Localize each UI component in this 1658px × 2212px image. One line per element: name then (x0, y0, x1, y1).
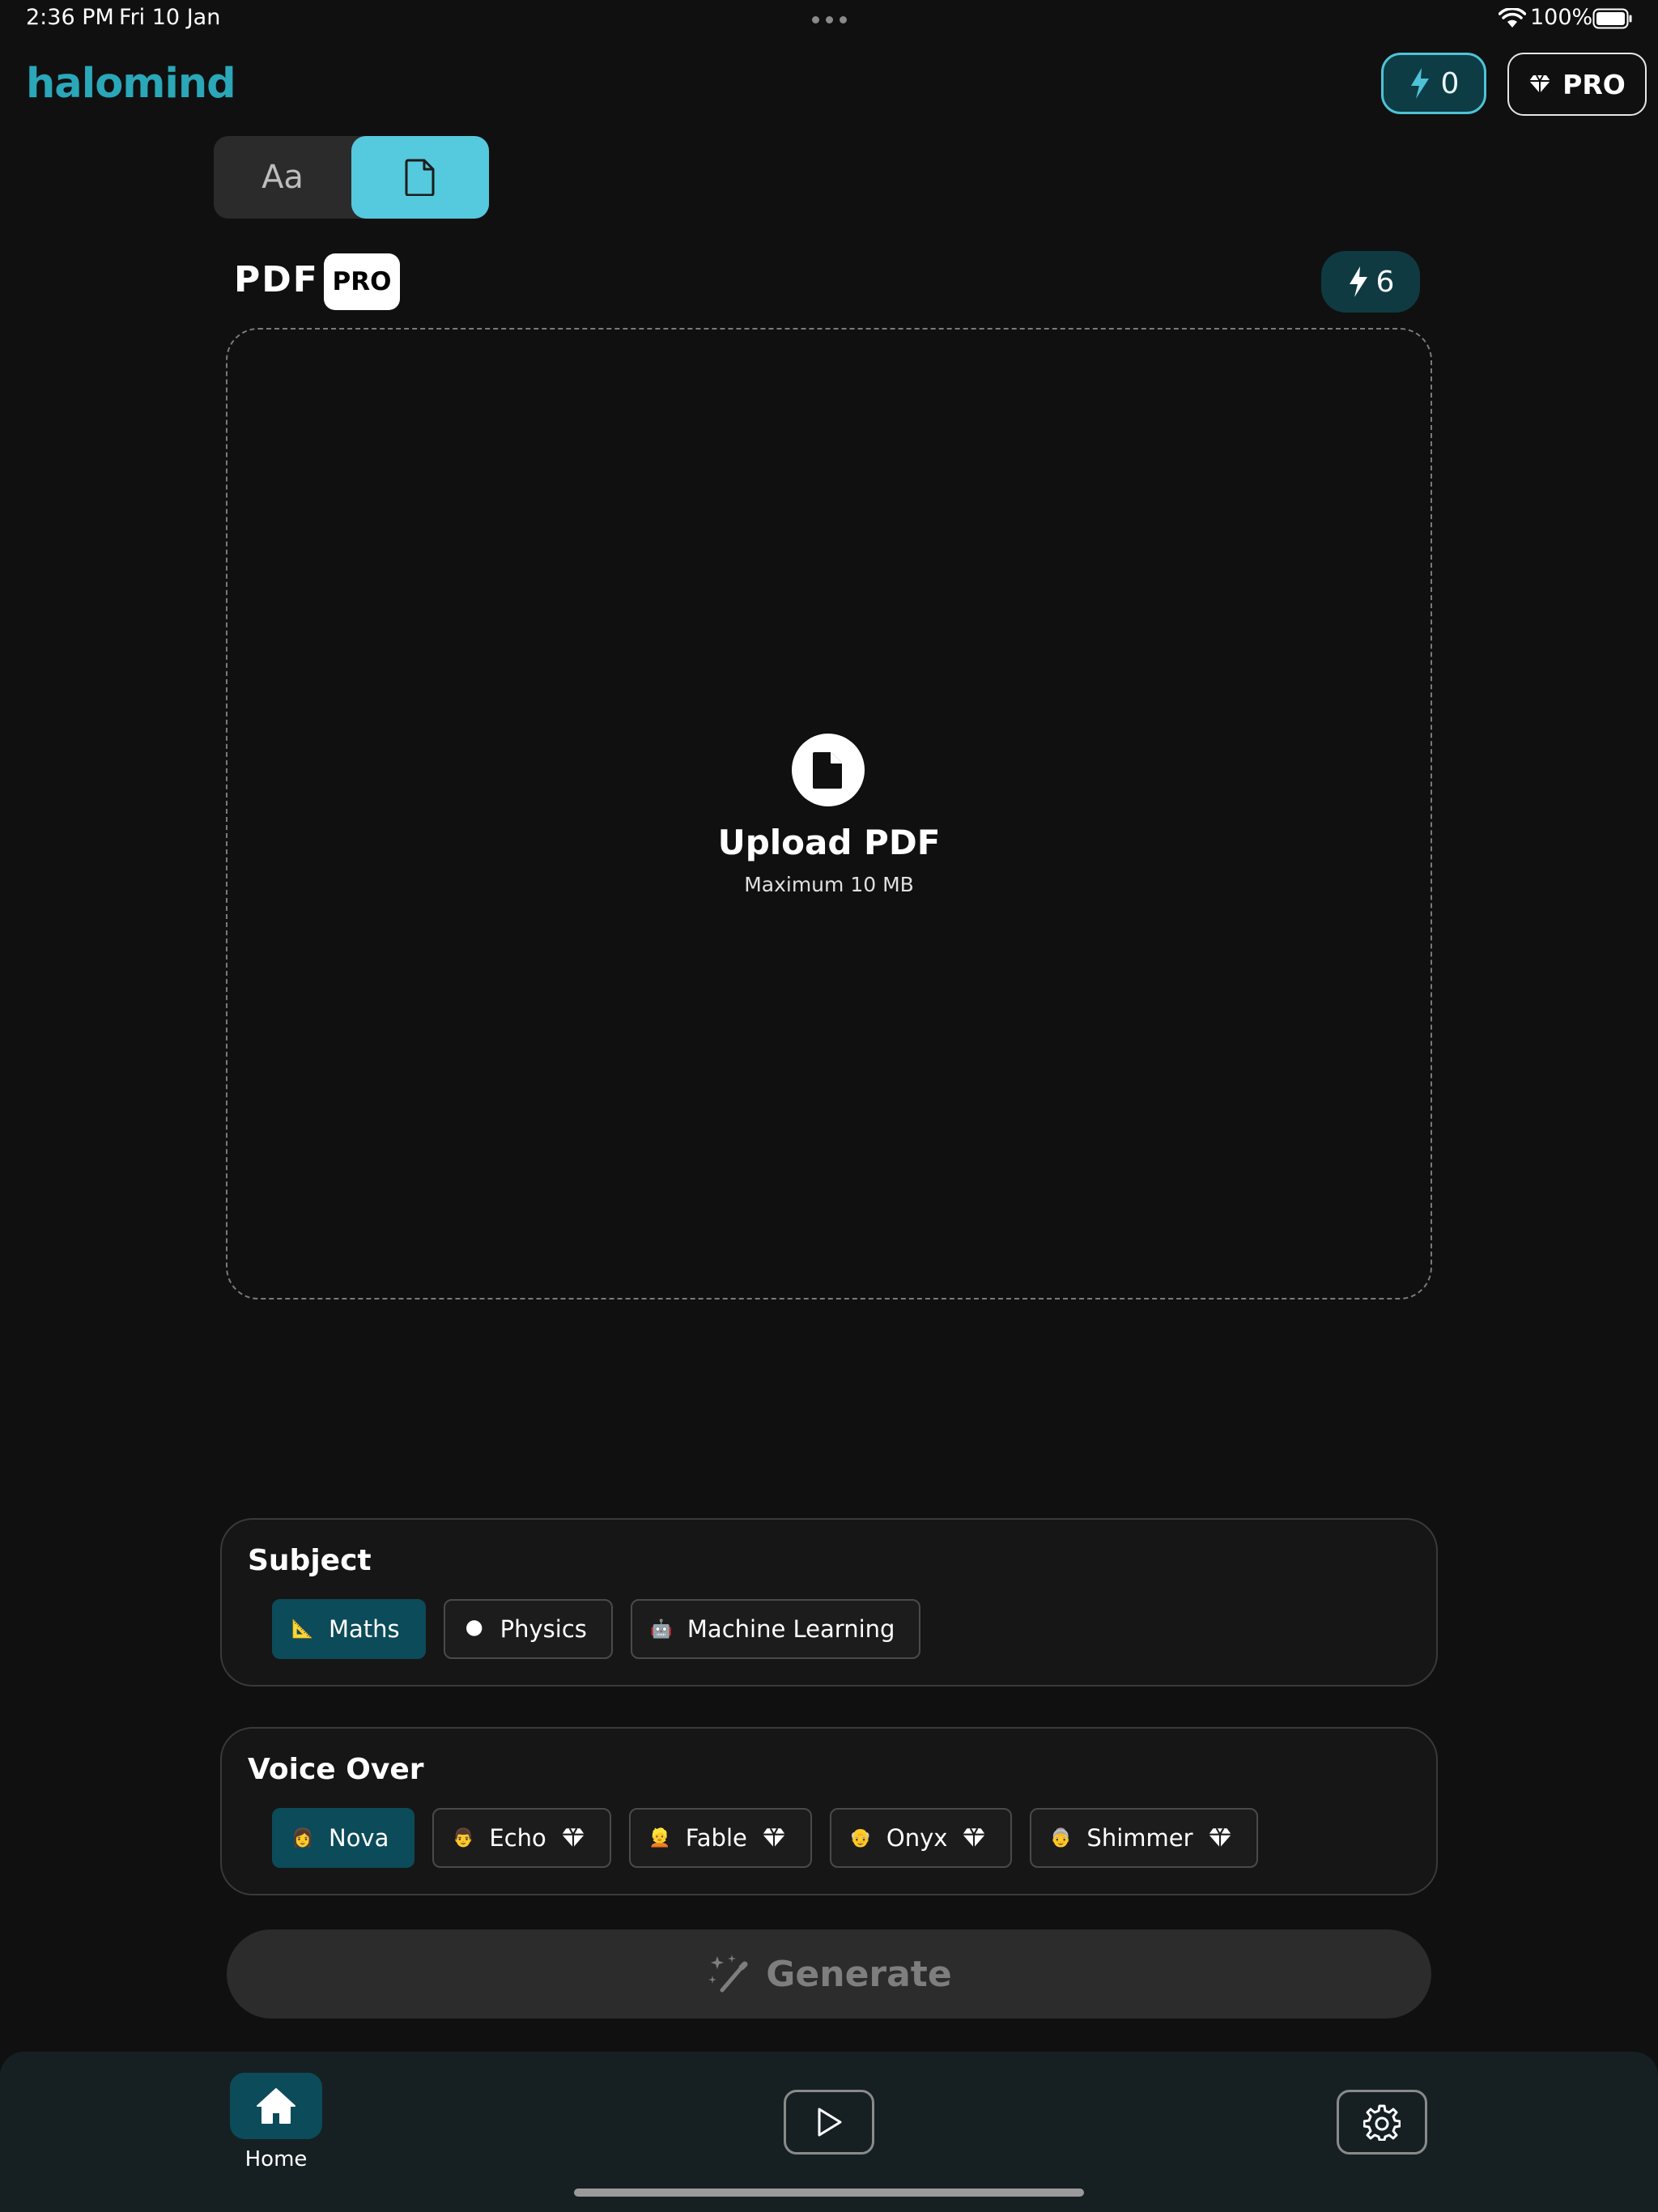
voice-over-title: Voice Over (248, 1753, 424, 1786)
moon-icon: 🌑 (465, 1619, 484, 1640)
voice-chip-nova[interactable]: 👩 Nova (272, 1808, 415, 1868)
subject-chip-physics[interactable]: 🌑 Physics (443, 1599, 613, 1659)
app-logo: halomind (26, 60, 236, 108)
chip-label: Shimmer (1086, 1824, 1193, 1852)
blond-person-avatar-icon: 👱 (648, 1827, 671, 1848)
chip-label: Physics (500, 1615, 587, 1643)
voice-chip-fable[interactable]: 👱 Fable (628, 1808, 812, 1868)
cost-badge: 6 (1321, 251, 1420, 313)
text-mode-label: Aa (261, 159, 304, 196)
section-title: PDF (234, 259, 319, 300)
old-man-avatar-icon: 👴 (849, 1827, 872, 1848)
cost-count: 6 (1375, 265, 1395, 299)
nav-home-label: Home (244, 2147, 308, 2172)
chip-label: Fable (685, 1824, 747, 1852)
status-date: Fri 10 Jan (119, 5, 221, 30)
woman-avatar-icon: 👩 (291, 1827, 314, 1848)
robot-icon: 🤖 (650, 1619, 673, 1640)
chip-label: Onyx (886, 1824, 948, 1852)
old-woman-avatar-icon: 👵 (1049, 1827, 1073, 1848)
lightning-icon (1347, 266, 1370, 298)
subject-panel: Subject 📐 Maths 🌑 Physics 🤖 Machine Lear… (220, 1518, 1438, 1687)
input-mode-toggle: Aa (214, 136, 489, 219)
nav-play-button[interactable] (784, 2090, 874, 2155)
subject-title: Subject (248, 1544, 372, 1577)
diamond-icon (561, 1827, 585, 1849)
file-upload-icon (792, 734, 865, 806)
diamond-icon (762, 1827, 786, 1849)
home-indicator (574, 2189, 1084, 2197)
text-mode-button[interactable]: Aa (214, 136, 351, 219)
chip-label: Nova (329, 1824, 389, 1852)
battery-icon (1592, 8, 1633, 29)
upload-size-limit: Maximum 10 MB (744, 873, 914, 896)
pdf-upload-dropzone[interactable] (226, 328, 1432, 1300)
pro-badge: PRO (324, 253, 400, 310)
lightning-icon (1409, 67, 1431, 100)
subject-chip-maths[interactable]: 📐 Maths (272, 1599, 426, 1659)
credits-count: 0 (1440, 66, 1460, 100)
voice-over-panel: Voice Over 👩 Nova 👨 Echo 👱 Fable 👴 Onyx … (220, 1727, 1438, 1895)
pro-label: PRO (1562, 68, 1626, 100)
voice-options: 👩 Nova 👨 Echo 👱 Fable 👴 Onyx 👵 Shimmer (272, 1808, 1258, 1868)
more-dots-icon[interactable] (812, 16, 847, 23)
diamond-icon (1528, 74, 1551, 95)
man-avatar-icon: 👨 (452, 1827, 475, 1848)
chip-label: Maths (329, 1615, 400, 1643)
chip-label: Machine Learning (687, 1615, 895, 1643)
voice-chip-echo[interactable]: 👨 Echo (432, 1808, 611, 1868)
diamond-icon (1208, 1827, 1232, 1849)
home-icon (255, 2087, 297, 2125)
nav-settings-button[interactable] (1337, 2090, 1427, 2155)
subject-chip-machine-learning[interactable]: 🤖 Machine Learning (630, 1599, 921, 1659)
battery-percent: 100% (1530, 5, 1593, 30)
wifi-icon (1499, 8, 1526, 29)
chip-label: Echo (489, 1824, 546, 1852)
diamond-icon (962, 1827, 986, 1849)
magic-wand-icon (706, 1951, 751, 1997)
triangle-ruler-icon: 📐 (291, 1619, 314, 1640)
subject-options: 📐 Maths 🌑 Physics 🤖 Machine Learning (272, 1599, 921, 1659)
voice-chip-onyx[interactable]: 👴 Onyx (829, 1808, 1013, 1868)
gear-icon (1363, 2104, 1401, 2141)
status-time: 2:36 PM (26, 5, 114, 30)
pro-upgrade-button[interactable]: PRO (1507, 53, 1647, 116)
voice-chip-shimmer[interactable]: 👵 Shimmer (1030, 1808, 1258, 1868)
generate-button[interactable]: Generate (227, 1929, 1431, 2018)
document-icon (405, 159, 436, 196)
play-icon (815, 2107, 843, 2138)
credits-button[interactable]: 0 (1381, 53, 1486, 114)
upload-title: Upload PDF (717, 823, 941, 862)
nav-home-button[interactable] (230, 2073, 322, 2139)
generate-label: Generate (766, 1953, 952, 1995)
pdf-mode-button[interactable] (351, 136, 489, 219)
